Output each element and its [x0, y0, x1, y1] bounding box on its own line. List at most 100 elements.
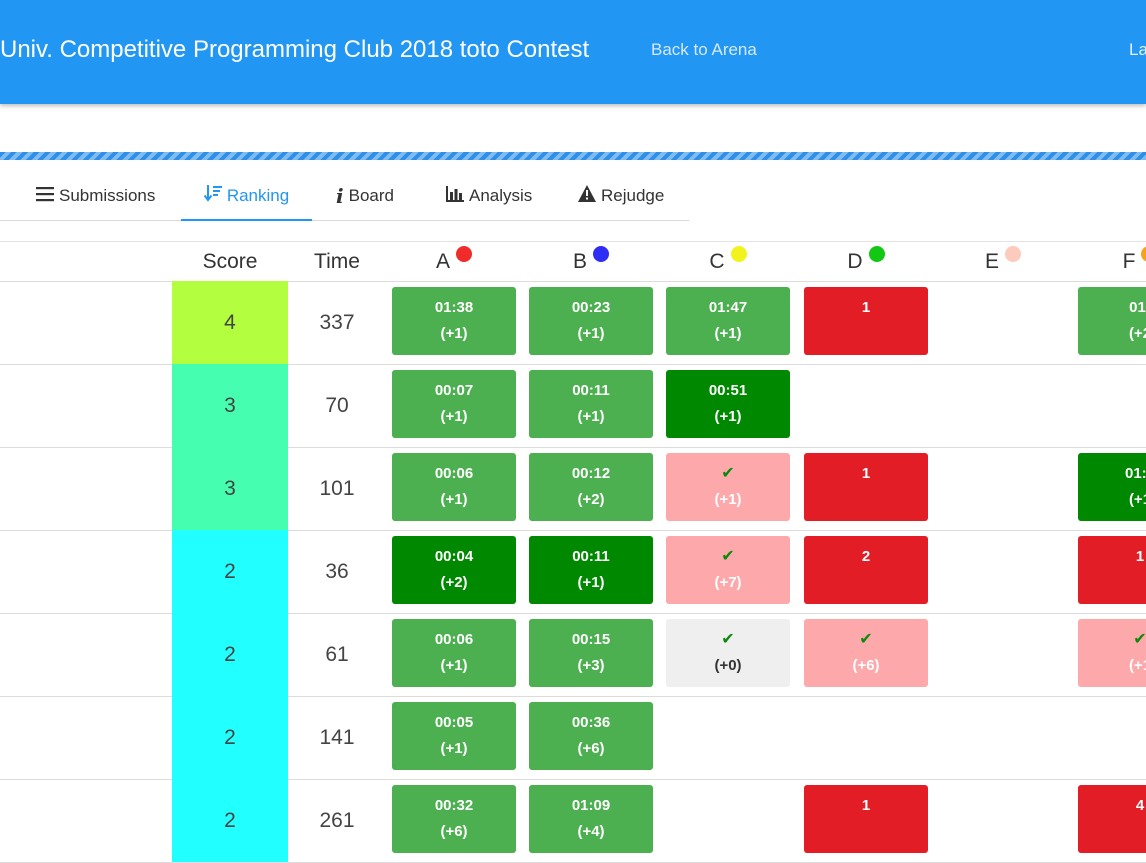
solve-time: 00:04 [434, 548, 474, 565]
problem-result-cell[interactable]: 00:05 (+1) [392, 702, 516, 770]
attempt-count: 1 [861, 797, 871, 814]
problem-e-header[interactable]: E [941, 242, 1065, 281]
problem-result-cell[interactable]: 00:32 (+6) [392, 785, 516, 853]
tab-submissions[interactable]: Submissions [36, 172, 155, 220]
solve-time: 01:47 [708, 299, 748, 316]
problem-result-cell[interactable]: 00:23 (+1) [529, 287, 653, 355]
tab-board[interactable]: i Board [336, 172, 394, 220]
problem-result-cell[interactable]: 00:36 (+6) [529, 702, 653, 770]
problem-result-cell[interactable]: ✔ (+1) [666, 453, 790, 521]
warning-icon [578, 185, 596, 207]
problem-result-cell[interactable]: 00:15 (+3) [529, 619, 653, 687]
problem-result-cell[interactable]: 01:47 (+1) [666, 287, 790, 355]
header-right-link[interactable]: La [1129, 40, 1146, 60]
table-row: 2 61 00:06 (+1) 00:15 (+3) ✔ (+0) ✔ (+6) ✔ (+1 [0, 613, 1146, 697]
score-cell: 2 [172, 696, 288, 779]
attempt-count: 2 [861, 548, 871, 565]
problem-result-cell[interactable]: ✔ (+6) [804, 619, 928, 687]
problem-result-cell[interactable]: 1 [1078, 536, 1146, 604]
problem-result-cell[interactable]: 00:51 (+1) [666, 370, 790, 438]
problem-result-cell[interactable]: 00:12 (+2) [529, 453, 653, 521]
problem-c-header[interactable]: C [666, 242, 790, 281]
problem-result-cell[interactable]: ✔ (+0) [666, 619, 790, 687]
tab-rejudge[interactable]: Rejudge [578, 172, 664, 220]
problem-result-cell[interactable]: 01:09 (+4) [529, 785, 653, 853]
time-cell: 141 [319, 726, 355, 749]
problem-label: F [1122, 250, 1136, 273]
time-cell: 70 [325, 394, 349, 417]
problem-result-cell[interactable]: ✔ (+7) [666, 536, 790, 604]
problem-label: D [847, 250, 863, 273]
info-icon: i [336, 184, 344, 208]
problem-f-header[interactable]: F [1078, 242, 1146, 281]
problem-result-cell[interactable]: 00:04 (+2) [392, 536, 516, 604]
checkmark-icon: ✔ [721, 548, 735, 565]
penalty-count: (+1) [714, 491, 742, 508]
time-cell: 101 [319, 477, 355, 500]
problem-result-cell[interactable]: 1 [804, 785, 928, 853]
time-column-header[interactable]: Time [292, 242, 382, 281]
solve-time: 00:15 [571, 631, 611, 648]
attempt-count: 1 [861, 299, 871, 316]
problem-result-cell[interactable]: 1 [804, 287, 928, 355]
tab-analysis[interactable]: Analysis [446, 172, 532, 220]
score-cell: 2 [172, 530, 288, 613]
solve-time: 01:0 [1124, 465, 1146, 482]
problem-result-cell[interactable]: 01:0 (+1 [1078, 453, 1146, 521]
solve-time: 00:11 [572, 382, 610, 399]
problem-result-cell[interactable]: 1 [804, 453, 928, 521]
table-row: 4 337 01:38 (+1) 00:23 (+1) 01:47 (+1) 1 01: (+2 [0, 281, 1146, 365]
penalty-count: (+4) [577, 823, 605, 840]
tab-label: Submissions [59, 186, 156, 205]
bar-chart-icon [446, 185, 464, 207]
problem-result-cell[interactable]: 01: (+2 [1078, 287, 1146, 355]
time-cell: 36 [325, 560, 349, 583]
solve-time: 00:07 [434, 382, 474, 399]
penalty-count: (+2) [577, 491, 605, 508]
problem-result-cell[interactable]: ✔ (+1 [1078, 619, 1146, 687]
problem-result-cell[interactable]: 00:07 (+1) [392, 370, 516, 438]
balloon-icon [1141, 246, 1146, 262]
table-row: 2 261 00:32 (+6) 01:09 (+4) 1 4 [0, 779, 1146, 863]
penalty-count: (+1) [577, 325, 605, 342]
score-cell: 2 [172, 613, 288, 696]
problem-b-header[interactable]: B [529, 242, 653, 281]
balloon-icon [730, 246, 747, 262]
penalty-count: (+1) [714, 408, 742, 425]
solve-time: 00:12 [571, 465, 611, 482]
table-row: 3 101 00:06 (+1) 00:12 (+2) ✔ (+1) 1 01:0 (+1 [0, 447, 1146, 531]
penalty-count: (+1) [577, 574, 605, 591]
solve-time: 00:51 [708, 382, 748, 399]
loading-progress-stripe [0, 152, 1146, 160]
table-row: 2 36 00:04 (+2) 00:11 (+1) ✔ (+7) 2 1 [0, 530, 1146, 614]
problem-result-cell[interactable]: 4 [1078, 785, 1146, 853]
balloon-icon [593, 246, 609, 262]
problem-result-cell[interactable]: 00:11 (+1) [529, 536, 653, 604]
problem-result-cell[interactable]: 00:06 (+1) [392, 619, 516, 687]
problem-result-cell[interactable]: 00:11 (+1) [529, 370, 653, 438]
penalty-count: (+1) [577, 408, 605, 425]
penalty-count: (+1) [440, 325, 468, 342]
solve-time: 00:23 [571, 299, 611, 316]
solve-time: 01:09 [571, 797, 611, 814]
penalty-count: (+6) [852, 657, 880, 674]
penalty-count: (+1 [1128, 491, 1146, 508]
tab-label: Ranking [226, 186, 290, 205]
problem-result-cell[interactable]: 00:06 (+1) [392, 453, 516, 521]
ranking-table-header: Score Time A B C D E F [0, 241, 1146, 282]
penalty-count: (+2) [440, 574, 468, 591]
attempt-count: 1 [861, 465, 871, 482]
problem-d-header[interactable]: D [804, 242, 928, 281]
solve-time: 00:36 [571, 714, 611, 731]
table-row: 3 70 00:07 (+1) 00:11 (+1) 00:51 (+1) [0, 364, 1146, 448]
sort-icon [203, 184, 222, 209]
problem-label: C [709, 250, 725, 273]
penalty-count: (+6) [440, 823, 468, 840]
penalty-count: (+1 [1128, 657, 1146, 674]
problem-result-cell[interactable]: 01:38 (+1) [392, 287, 516, 355]
problem-result-cell[interactable]: 2 [804, 536, 928, 604]
score-column-header[interactable]: Score [172, 242, 288, 281]
tab-ranking[interactable]: Ranking [181, 172, 312, 221]
problem-a-header[interactable]: A [392, 242, 516, 281]
back-to-arena-link[interactable]: Back to Arena [651, 40, 757, 60]
